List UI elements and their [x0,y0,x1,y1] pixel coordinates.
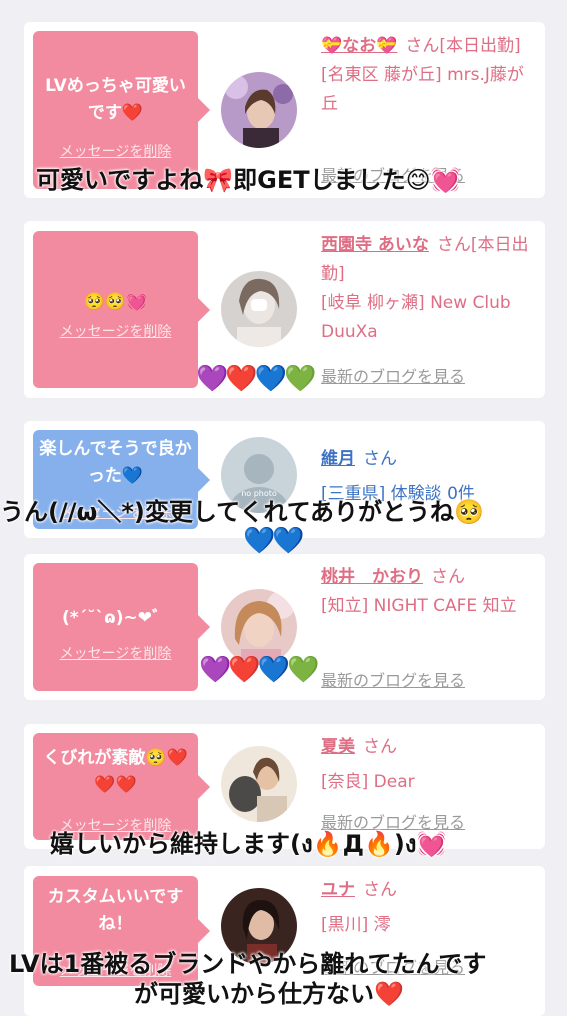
cast-name-link[interactable]: 維月 [321,449,355,469]
shop-info: [岐阜 柳ヶ瀬] New Club DuuXa [321,293,511,342]
shop-info: [奈良] Dear [321,772,415,792]
cast-info: 💝なお💝 さん[本日出勤] [名東区 藤が丘] mrs.J藤が丘 [321,32,539,119]
cast-status: さん [363,880,397,900]
cast-status: さん[本日出勤] [405,36,521,56]
cast-status: さん [431,567,465,587]
delete-message-link[interactable]: メッセージを削除 [33,141,198,161]
cast-name-link[interactable]: 💝なお💝 [321,36,397,56]
bubble-message: (*´˘`ɷ)~❤︎゛ [62,608,169,628]
delete-message-link[interactable]: メッセージを削除 [33,321,198,341]
overlay-caption: 嬉しいから維持します(ง🔥Д🔥)ง💓 [50,830,447,858]
cast-status: さん [363,449,397,469]
bubble-message: 🥺🥺💓 [83,292,148,312]
cast-status: さん [363,737,397,757]
heart-stickers: 💙💙 [243,526,305,556]
shop-info: [黒川] 澪 [321,915,391,935]
message-bubble: 🥺🥺💓 メッセージを削除 [33,231,210,388]
shop-info: [名東区 藤が丘] mrs.J藤が丘 [321,65,524,114]
latest-blog-link[interactable]: 最新のブログを見る [321,667,465,691]
latest-blog-link[interactable]: 最新のブログを見る [321,363,465,387]
cast-name-link[interactable]: 夏美 [321,737,355,757]
delete-message-link[interactable]: メッセージを削除 [33,643,198,663]
cast-name-link[interactable]: 桃井 かおり [321,567,423,587]
shop-info: [知立] NIGHT CAFE 知立 [321,596,517,616]
message-bubble: (*´˘`ɷ)~❤︎゛ メッセージを削除 [33,563,210,691]
overlay-caption: うん(//ω＼*)変更してくれてありがとうね🥺 [0,498,484,526]
avatar[interactable] [221,271,297,347]
overlay-caption: 可愛いですよね🎀即GETしました😊💓 [36,166,461,194]
bubble-message: LVめっちゃ可愛いです❤️ [45,76,186,123]
avatar[interactable] [221,746,297,822]
bubble-message: カスタムいいですね！ [47,887,184,934]
heart-stickers: 💜❤️💙💚 [196,364,316,394]
cast-info: ユナ さん [黒川] 澪 [321,876,539,945]
top-bar [0,0,567,10]
cast-info: 桃井 かおり さん [知立] NIGHT CAFE 知立 [321,563,539,621]
cast-name-link[interactable]: ユナ [321,880,355,900]
heart-stickers: 💜❤️💙💚 [199,655,319,685]
cast-info: 夏美 さん [奈良] Dear [321,733,539,802]
bubble-message: くびれが素敵🥺❤️❤️❤️ [43,748,188,795]
avatar[interactable] [221,589,297,665]
cast-info: 西園寺 あいな さん[本日出勤] [岐阜 柳ヶ瀬] New Club DuuXa [321,231,539,347]
overlay-caption: が可愛いから仕方ない❤️ [134,980,404,1008]
cast-name-link[interactable]: 西園寺 あいな [321,235,429,255]
bubble-message: 楽しんでそうで良かった💙 [39,439,192,486]
avatar[interactable] [221,72,297,148]
